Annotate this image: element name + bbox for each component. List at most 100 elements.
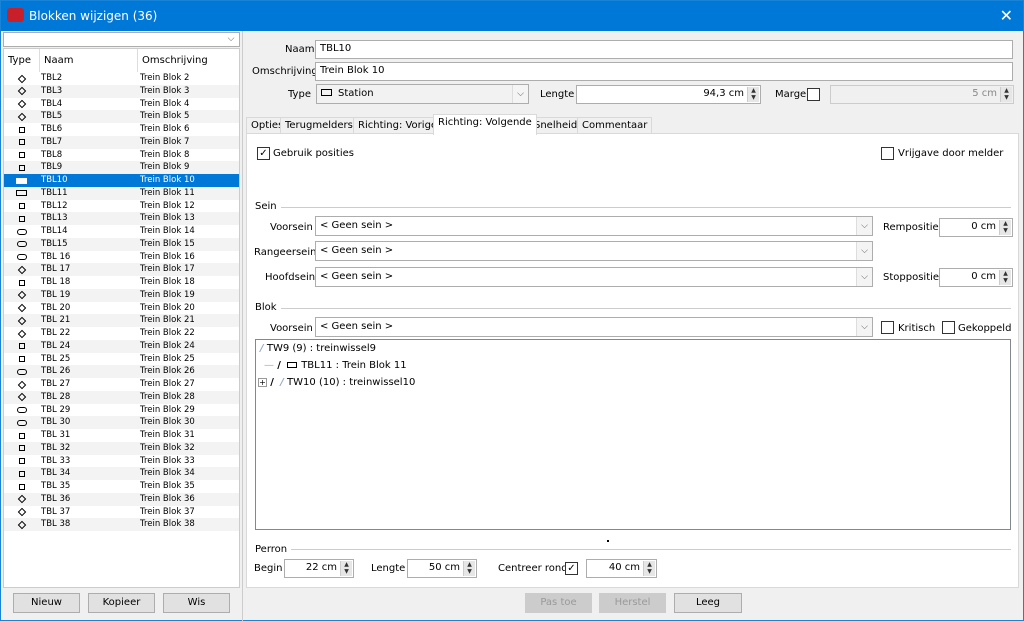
list-item[interactable]: TBL 21 Trein Blok 21 bbox=[4, 314, 239, 327]
gekoppeld-label: Gekoppeld bbox=[958, 323, 1012, 334]
vrijgave-checkbox[interactable] bbox=[881, 147, 894, 160]
naam-input[interactable]: TBL10 bbox=[315, 40, 1013, 59]
column-header-omschrijving[interactable]: Omschrijving bbox=[138, 49, 239, 72]
splitter[interactable] bbox=[242, 31, 243, 621]
expand-icon[interactable]: + bbox=[258, 378, 267, 387]
resize-handle[interactable] bbox=[607, 540, 609, 542]
list-item[interactable]: TBL 17 Trein Blok 17 bbox=[4, 263, 239, 276]
spinner-icon[interactable]: ▲ ▼ bbox=[643, 561, 655, 576]
begin-input[interactable]: 22 cm ▲ ▼ bbox=[284, 559, 354, 578]
copy-button[interactable]: Kopieer bbox=[88, 593, 155, 613]
block-description: Trein Blok 32 bbox=[140, 442, 195, 453]
spinner-icon[interactable]: ▲ ▼ bbox=[999, 220, 1011, 235]
centreer-input[interactable]: 40 cm ▲ ▼ bbox=[586, 559, 657, 578]
omschrijving-input[interactable]: Trein Blok 10 bbox=[315, 62, 1013, 81]
tree-item-tw10[interactable]: + / / TW10 (10) : treinwissel10 bbox=[258, 377, 415, 388]
list-item[interactable]: TBL 36 Trein Blok 36 bbox=[4, 492, 239, 506]
column-header-type[interactable]: Type bbox=[4, 49, 40, 72]
centreer-label: Centreer rond bbox=[498, 563, 568, 574]
list-item[interactable]: TBL12 Trein Blok 12 bbox=[4, 200, 239, 213]
list-item[interactable]: TBL 20 Trein Blok 20 bbox=[4, 302, 239, 315]
square-block-icon bbox=[19, 203, 25, 209]
filter-dropdown[interactable]: ⌵ bbox=[3, 32, 240, 47]
tab-snelheid[interactable]: Snelheid bbox=[529, 117, 583, 134]
list-item[interactable]: TBL 25 Trein Blok 25 bbox=[4, 353, 239, 366]
list-item[interactable]: TBL2 Trein Blok 2 bbox=[4, 72, 239, 85]
spinner-icon[interactable]: ▲ ▼ bbox=[340, 561, 352, 576]
tab-richting-vorige[interactable]: Richting: Vorige bbox=[353, 117, 443, 134]
tab-richting-volgende[interactable]: Richting: Volgende bbox=[433, 114, 537, 135]
close-icon[interactable]: ✕ bbox=[1000, 6, 1013, 25]
block-description: Trein Blok 34 bbox=[140, 468, 195, 479]
voorsein-select[interactable]: < Geen sein > ⌵ bbox=[315, 216, 873, 236]
diamond-block-icon bbox=[17, 291, 27, 300]
new-button[interactable]: Nieuw bbox=[13, 593, 80, 613]
list-item[interactable]: TBL4 Trein Blok 4 bbox=[4, 98, 239, 111]
gekoppeld-checkbox[interactable] bbox=[942, 321, 955, 334]
chevron-down-icon: ⌵ bbox=[223, 33, 239, 46]
list-item[interactable]: TBL 37 Trein Blok 37 bbox=[4, 506, 239, 519]
list-item[interactable]: TBL8 Trein Blok 8 bbox=[4, 149, 239, 162]
gebruik-posities-checkbox[interactable]: ✓ bbox=[257, 147, 270, 160]
list-item[interactable]: TBL 26 Trein Blok 26 bbox=[4, 365, 239, 378]
list-item[interactable]: TBL 16 Trein Blok 16 bbox=[4, 251, 239, 264]
spinner-icon[interactable]: ▲ ▼ bbox=[463, 561, 475, 576]
list-item[interactable]: TBL5 Trein Blok 5 bbox=[4, 110, 239, 123]
tab-commentaar[interactable]: Commentaar bbox=[577, 117, 653, 134]
list-item[interactable]: TBL14 Trein Blok 14 bbox=[4, 225, 239, 238]
apply-button[interactable]: Pas toe bbox=[525, 593, 592, 613]
list-item[interactable]: TBL 29 Trein Blok 29 bbox=[4, 404, 239, 417]
list-item[interactable]: TBL15 Trein Blok 15 bbox=[4, 237, 239, 251]
list-item[interactable]: TBL 32 Trein Blok 32 bbox=[4, 441, 239, 455]
list-item[interactable]: TBL7 Trein Blok 7 bbox=[4, 135, 239, 149]
list-item[interactable]: TBL 24 Trein Blok 24 bbox=[4, 339, 239, 353]
block-list[interactable]: Type Naam Omschrijving TBL2 Trein Blok 2T… bbox=[3, 48, 240, 588]
block-description: Trein Blok 25 bbox=[140, 353, 195, 364]
spinner-icon[interactable]: ▲ ▼ bbox=[747, 87, 759, 102]
perron-lengte-input[interactable]: 50 cm ▲ ▼ bbox=[407, 559, 477, 578]
list-item[interactable]: TBL9 Trein Blok 9 bbox=[4, 161, 239, 174]
column-header-naam[interactable]: Naam bbox=[40, 49, 138, 72]
lengte-input[interactable]: 94,3 cm ▲ ▼ bbox=[576, 85, 761, 104]
list-item[interactable]: TBL 28 Trein Blok 28 bbox=[4, 390, 239, 404]
tab-terugmelders[interactable]: Terugmelders bbox=[280, 117, 358, 134]
tree-item-tw9[interactable]: / TW9 (9) : treinwissel9 bbox=[260, 343, 376, 354]
kritisch-checkbox[interactable] bbox=[881, 321, 894, 334]
list-item[interactable]: TBL 27 Trein Blok 27 bbox=[4, 378, 239, 391]
clear-button[interactable]: Leeg bbox=[674, 593, 742, 613]
route-tree[interactable]: / TW9 (9) : treinwissel9 — / TBL11 : Tre… bbox=[255, 339, 1011, 530]
tree-item-tbl11[interactable]: — / TBL11 : Trein Blok 11 bbox=[264, 360, 407, 371]
station-icon bbox=[287, 362, 298, 368]
delete-button[interactable]: Wis bbox=[163, 593, 230, 613]
list-item[interactable]: TBL 30 Trein Blok 30 bbox=[4, 416, 239, 429]
rempositie-input[interactable]: 0 cm ▲ ▼ bbox=[939, 218, 1013, 237]
tree-item-label: TW9 (9) : treinwissel9 bbox=[266, 343, 377, 354]
marge-checkbox[interactable] bbox=[807, 88, 820, 101]
spinner-icon[interactable]: ▲ ▼ bbox=[999, 270, 1011, 285]
diamond-block-icon bbox=[17, 112, 27, 121]
list-item[interactable]: TBL10 Trein Blok 10 bbox=[4, 174, 239, 187]
list-item[interactable]: TBL6 Trein Blok 6 bbox=[4, 123, 239, 136]
list-item[interactable]: TBL11 Trein Blok 11 bbox=[4, 186, 239, 200]
block-name: TBL7 bbox=[41, 136, 63, 147]
list-item[interactable]: TBL13 Trein Blok 13 bbox=[4, 212, 239, 225]
list-item[interactable]: TBL 38 Trein Blok 38 bbox=[4, 518, 239, 531]
blok-voorsein-select[interactable]: < Geen sein > ⌵ bbox=[315, 317, 873, 337]
type-value: Station bbox=[338, 88, 374, 99]
rangeersein-select[interactable]: < Geen sein > ⌵ bbox=[315, 241, 873, 261]
hoofdsein-select[interactable]: < Geen sein > ⌵ bbox=[315, 267, 873, 287]
reset-button[interactable]: Herstel bbox=[599, 593, 666, 613]
list-item[interactable]: TBL 22 Trein Blok 22 bbox=[4, 327, 239, 340]
list-item[interactable]: TBL 33 Trein Blok 33 bbox=[4, 455, 239, 468]
list-item[interactable]: TBL 35 Trein Blok 35 bbox=[4, 480, 239, 493]
centreer-checkbox[interactable]: ✓ bbox=[565, 562, 578, 575]
list-item[interactable]: TBL3 Trein Blok 3 bbox=[4, 84, 239, 98]
list-item[interactable]: TBL 34 Trein Blok 34 bbox=[4, 467, 239, 480]
list-item[interactable]: TBL 18 Trein Blok 18 bbox=[4, 276, 239, 289]
stoppositie-input[interactable]: 0 cm ▲ ▼ bbox=[939, 268, 1013, 287]
list-item[interactable]: TBL 31 Trein Blok 31 bbox=[4, 429, 239, 442]
rempositie-label: Rempositie bbox=[883, 222, 939, 233]
perron-group-title: Perron bbox=[255, 544, 292, 555]
list-item[interactable]: TBL 19 Trein Blok 19 bbox=[4, 288, 239, 302]
type-select[interactable]: Station ⌵ bbox=[316, 84, 529, 104]
